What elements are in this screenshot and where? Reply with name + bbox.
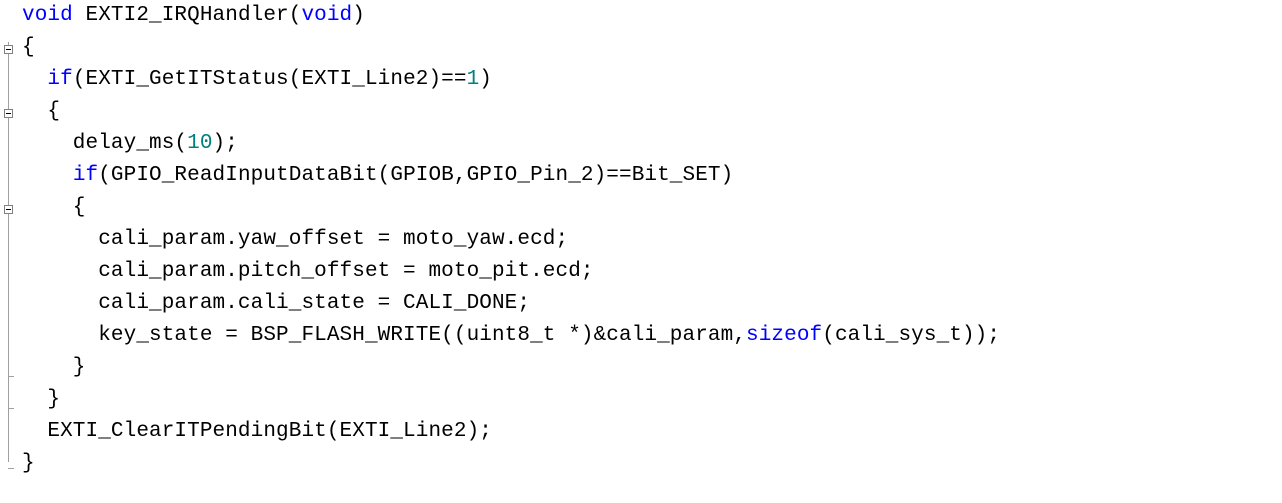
keyword: if [72, 164, 99, 187]
code-token: cali_param.yaw_offset = moto_yaw.ecd; [22, 228, 569, 251]
code-token: } [22, 452, 35, 475]
fold-collapse-icon[interactable] [4, 45, 13, 54]
code-token: ); [212, 132, 238, 155]
code-line-12[interactable]: } [22, 352, 1000, 384]
code-token: EXTI_ClearITPendingBit(EXTI_Line2); [22, 420, 492, 443]
keyword: void [22, 4, 73, 27]
fold-collapse-icon[interactable] [4, 109, 13, 118]
code-line-9[interactable]: cali_param.pitch_offset = moto_pit.ecd; [22, 256, 1000, 288]
code-token: (EXTI_GetITStatus(EXTI_Line2)== [72, 68, 467, 91]
fold-end-marker [8, 468, 14, 469]
code-line-2[interactable]: { [22, 32, 1000, 64]
code-token: (GPIO_ReadInputDataBit(GPIOB,GPIO_Pin_2)… [98, 164, 734, 187]
fold-collapse-icon[interactable] [4, 205, 13, 214]
code-line-7[interactable]: { [22, 192, 1000, 224]
code-line-8[interactable]: cali_param.yaw_offset = moto_yaw.ecd; [22, 224, 1000, 256]
code-token: cali_param.cali_state = CALI_DONE; [22, 292, 531, 315]
number-literal: 10 [187, 132, 213, 155]
code-line-1[interactable]: void EXTI2_IRQHandler(void) [22, 0, 1000, 32]
code-line-15[interactable]: } [22, 448, 1000, 480]
fold-guide-line [8, 42, 9, 462]
code-token: cali_param.pitch_offset = moto_pit.ecd; [22, 260, 594, 283]
code-line-3[interactable]: if(EXTI_GetITStatus(EXTI_Line2)==1) [22, 64, 1000, 96]
code-line-13[interactable]: } [22, 384, 1000, 416]
code-line-4[interactable]: { [22, 96, 1000, 128]
fold-end-marker [8, 376, 14, 377]
code-line-6[interactable]: if(GPIO_ReadInputDataBit(GPIOB,GPIO_Pin_… [22, 160, 1000, 192]
code-line-14[interactable]: EXTI_ClearITPendingBit(EXTI_Line2); [22, 416, 1000, 448]
code-line-11[interactable]: key_state = BSP_FLASH_WRITE((uint8_t *)&… [22, 320, 1000, 352]
code-token: delay_ms( [22, 132, 188, 155]
keyword: sizeof [746, 324, 823, 347]
code-line-5[interactable]: delay_ms(10); [22, 128, 1000, 160]
code-token: EXTI2_IRQHandler( [72, 4, 302, 27]
keyword: if [47, 68, 73, 91]
fold-gutter [0, 0, 18, 503]
code-text[interactable]: void EXTI2_IRQHandler(void) { if(EXTI_Ge… [22, 0, 1000, 480]
fold-end-marker [8, 408, 14, 409]
code-line-10[interactable]: cali_param.cali_state = CALI_DONE; [22, 288, 1000, 320]
number-literal: 1 [466, 68, 480, 91]
code-token: { [22, 196, 86, 219]
code-editor[interactable]: void EXTI2_IRQHandler(void) { if(EXTI_Ge… [0, 0, 1282, 503]
code-token: } [22, 356, 86, 379]
code-token: (cali_sys_t)); [822, 324, 1001, 347]
code-token: ) [352, 4, 365, 27]
code-token: { [22, 100, 61, 123]
keyword: void [301, 4, 353, 27]
code-token: key_state = BSP_FLASH_WRITE((uint8_t *)&… [22, 324, 747, 347]
code-token: { [22, 36, 35, 59]
code-token: ) [479, 68, 492, 91]
code-token: } [22, 388, 61, 411]
